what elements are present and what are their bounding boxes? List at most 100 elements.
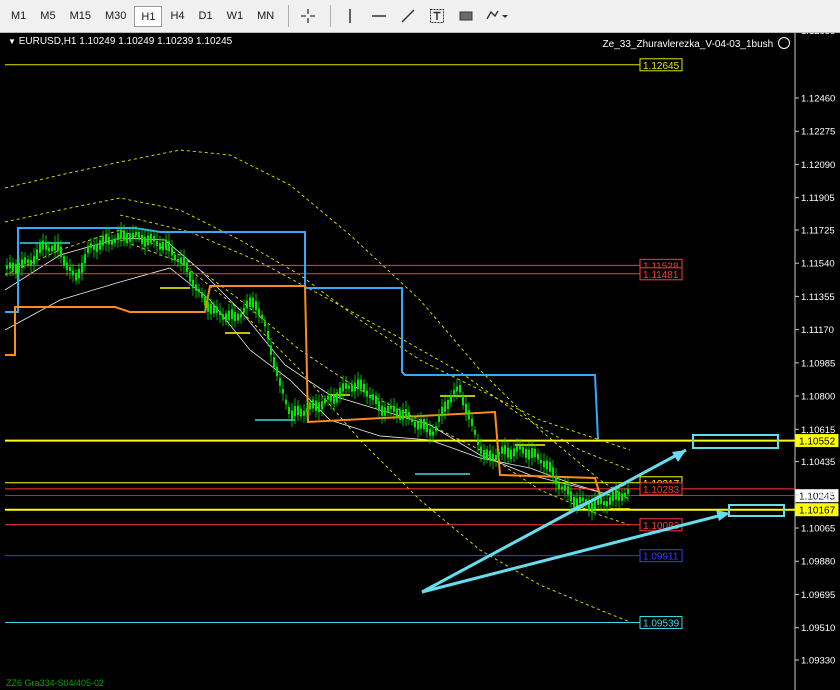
candle-body: [249, 297, 251, 307]
timeframe-m15[interactable]: M15: [64, 6, 97, 27]
candle-body: [72, 270, 74, 276]
candle-body: [516, 446, 518, 452]
candle-body: [570, 491, 572, 502]
timeframe-d1[interactable]: D1: [193, 6, 219, 27]
candle-body: [612, 491, 614, 502]
candle-body: [387, 406, 389, 413]
candle-body: [192, 279, 194, 289]
candle-body: [459, 385, 461, 393]
vertical-line-icon[interactable]: [337, 5, 363, 27]
timeframe-m30[interactable]: M30: [99, 6, 132, 27]
candle-body: [216, 306, 218, 313]
candle-body: [87, 245, 89, 254]
timeframe-w1[interactable]: W1: [221, 6, 250, 27]
channel-lines: [5, 227, 630, 510]
horizontal-line-icon[interactable]: [366, 5, 392, 27]
candle-body: [417, 421, 419, 430]
candle-body: [231, 309, 233, 320]
candle-body: [510, 449, 512, 460]
candle-body: [96, 244, 98, 252]
candle-body: [234, 312, 236, 321]
blue-channel: [5, 227, 599, 441]
trendline-icon[interactable]: [395, 5, 421, 27]
axis-tick-label: 1.11170: [801, 325, 834, 336]
shapes-dropdown-icon[interactable]: [482, 5, 512, 27]
candle-body: [36, 249, 38, 260]
candle-body: [159, 243, 161, 250]
candle-body: [51, 245, 53, 252]
candle-body: [573, 496, 575, 507]
toolbar-separator: [330, 5, 332, 27]
candle-body: [63, 256, 65, 266]
candle-body: [474, 429, 476, 435]
candle-body: [57, 241, 59, 252]
timeframe-h4[interactable]: H4: [164, 6, 190, 27]
candle-body: [48, 247, 50, 252]
candle-body: [189, 271, 191, 282]
timeframe-m5[interactable]: M5: [34, 6, 61, 27]
axis-tick-label: 1.12835: [801, 33, 835, 37]
candle-body: [21, 259, 23, 269]
timeframe-mn[interactable]: MN: [251, 6, 280, 27]
axis-tick-label: 1.10985: [801, 358, 835, 369]
candle-body: [156, 240, 158, 245]
candle-body: [534, 448, 536, 458]
axis-tick-label: 1.11540: [801, 259, 835, 270]
text-icon[interactable]: [424, 5, 450, 27]
candle-body: [150, 233, 152, 243]
crosshair-icon[interactable]: [295, 5, 321, 27]
candle-body: [261, 314, 263, 320]
toolbar-separator: [288, 5, 290, 27]
candle-body: [144, 236, 146, 247]
envelope-line: [4, 149, 631, 501]
candle-body: [408, 412, 410, 419]
price-chart[interactable]: 1.126451.115281.114811.105521.103171.102…: [0, 33, 840, 690]
candle-body: [576, 498, 578, 507]
candle-body: [330, 394, 332, 402]
candle-body: [336, 392, 338, 403]
rectangle-icon[interactable]: [453, 5, 479, 27]
timeframe-h1[interactable]: H1: [134, 5, 163, 27]
candle-body: [381, 405, 383, 416]
chart-title: ▼ EURUSD,H1 1.10249 1.10249 1.10239 1.10…: [8, 36, 232, 47]
candle-body: [345, 383, 347, 389]
candle-body: [201, 291, 203, 298]
candle-body: [84, 254, 86, 264]
candle-body: [549, 461, 551, 472]
candle-body: [447, 399, 449, 410]
candle-body: [423, 418, 425, 429]
candle-body: [273, 357, 275, 368]
candle-body: [621, 493, 623, 501]
collapse-icon[interactable]: ▼: [8, 37, 16, 46]
candle-body: [132, 232, 134, 239]
candle-body: [42, 240, 44, 250]
candle-body: [366, 390, 368, 397]
candle-body: [177, 258, 179, 263]
candle-body: [435, 426, 437, 432]
timeframe-m1[interactable]: M1: [5, 6, 32, 27]
candle-body: [24, 257, 26, 264]
candle-body: [18, 262, 20, 273]
price-level-label: 1.09911: [643, 552, 679, 563]
candle-body: [555, 475, 557, 485]
trend-arrows: [421, 434, 785, 594]
candle-body: [339, 387, 341, 398]
candle-body: [441, 406, 443, 417]
candle-body: [426, 423, 428, 433]
candle-body: [228, 310, 230, 321]
candle-body: [99, 240, 101, 250]
axis-tick-label: 1.09330: [801, 656, 835, 667]
candle-body: [186, 262, 188, 273]
price-level-label: 1.09539: [643, 618, 680, 629]
candle-body: [393, 406, 395, 412]
candle-body: [432, 431, 434, 436]
candle-body: [303, 410, 305, 416]
price-level-label: 1.12645: [643, 61, 680, 72]
candle-body: [117, 233, 119, 241]
candle-body: [225, 313, 227, 322]
price-level-label: 1.10283: [643, 485, 680, 496]
candle-body: [198, 288, 200, 293]
indicator-name: Ze_33_Zhuravlerezka_V-04-03_1bush: [603, 37, 790, 50]
candle-body: [618, 491, 620, 501]
candle-body: [558, 483, 560, 490]
